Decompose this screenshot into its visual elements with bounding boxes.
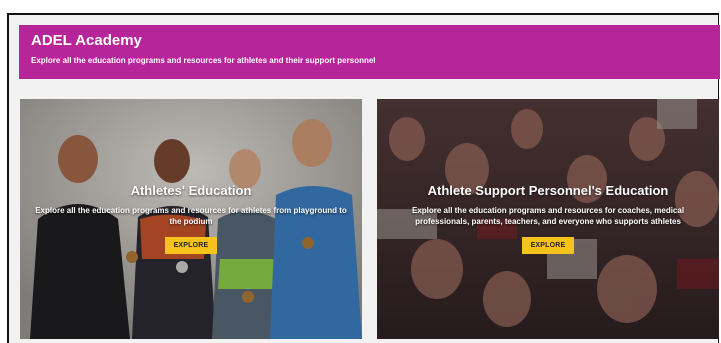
page-subtitle: Explore all the education programs and r… xyxy=(31,56,376,65)
card-description: Explore all the education programs and r… xyxy=(35,206,347,226)
athletes-explore-button[interactable]: EXPLORE xyxy=(164,237,218,254)
card-content: Athletes' Education Explore all the educ… xyxy=(20,183,362,254)
card-content: Athlete Support Personnel's Education Ex… xyxy=(377,183,719,254)
athletes-education-card[interactable]: Athletes' Education Explore all the educ… xyxy=(20,99,362,339)
card-title: Athlete Support Personnel's Education xyxy=(427,183,669,198)
card-title: Athletes' Education xyxy=(130,183,252,198)
card-description: Explore all the education programs and r… xyxy=(411,206,685,226)
header-banner: ADEL Academy Explore all the education p… xyxy=(19,25,720,79)
page-frame: ADEL Academy Explore all the education p… xyxy=(7,13,720,343)
page-title: ADEL Academy xyxy=(31,32,142,49)
support-personnel-education-card[interactable]: Athlete Support Personnel's Education Ex… xyxy=(377,99,719,339)
support-personnel-explore-button[interactable]: EXPLORE xyxy=(521,237,575,254)
